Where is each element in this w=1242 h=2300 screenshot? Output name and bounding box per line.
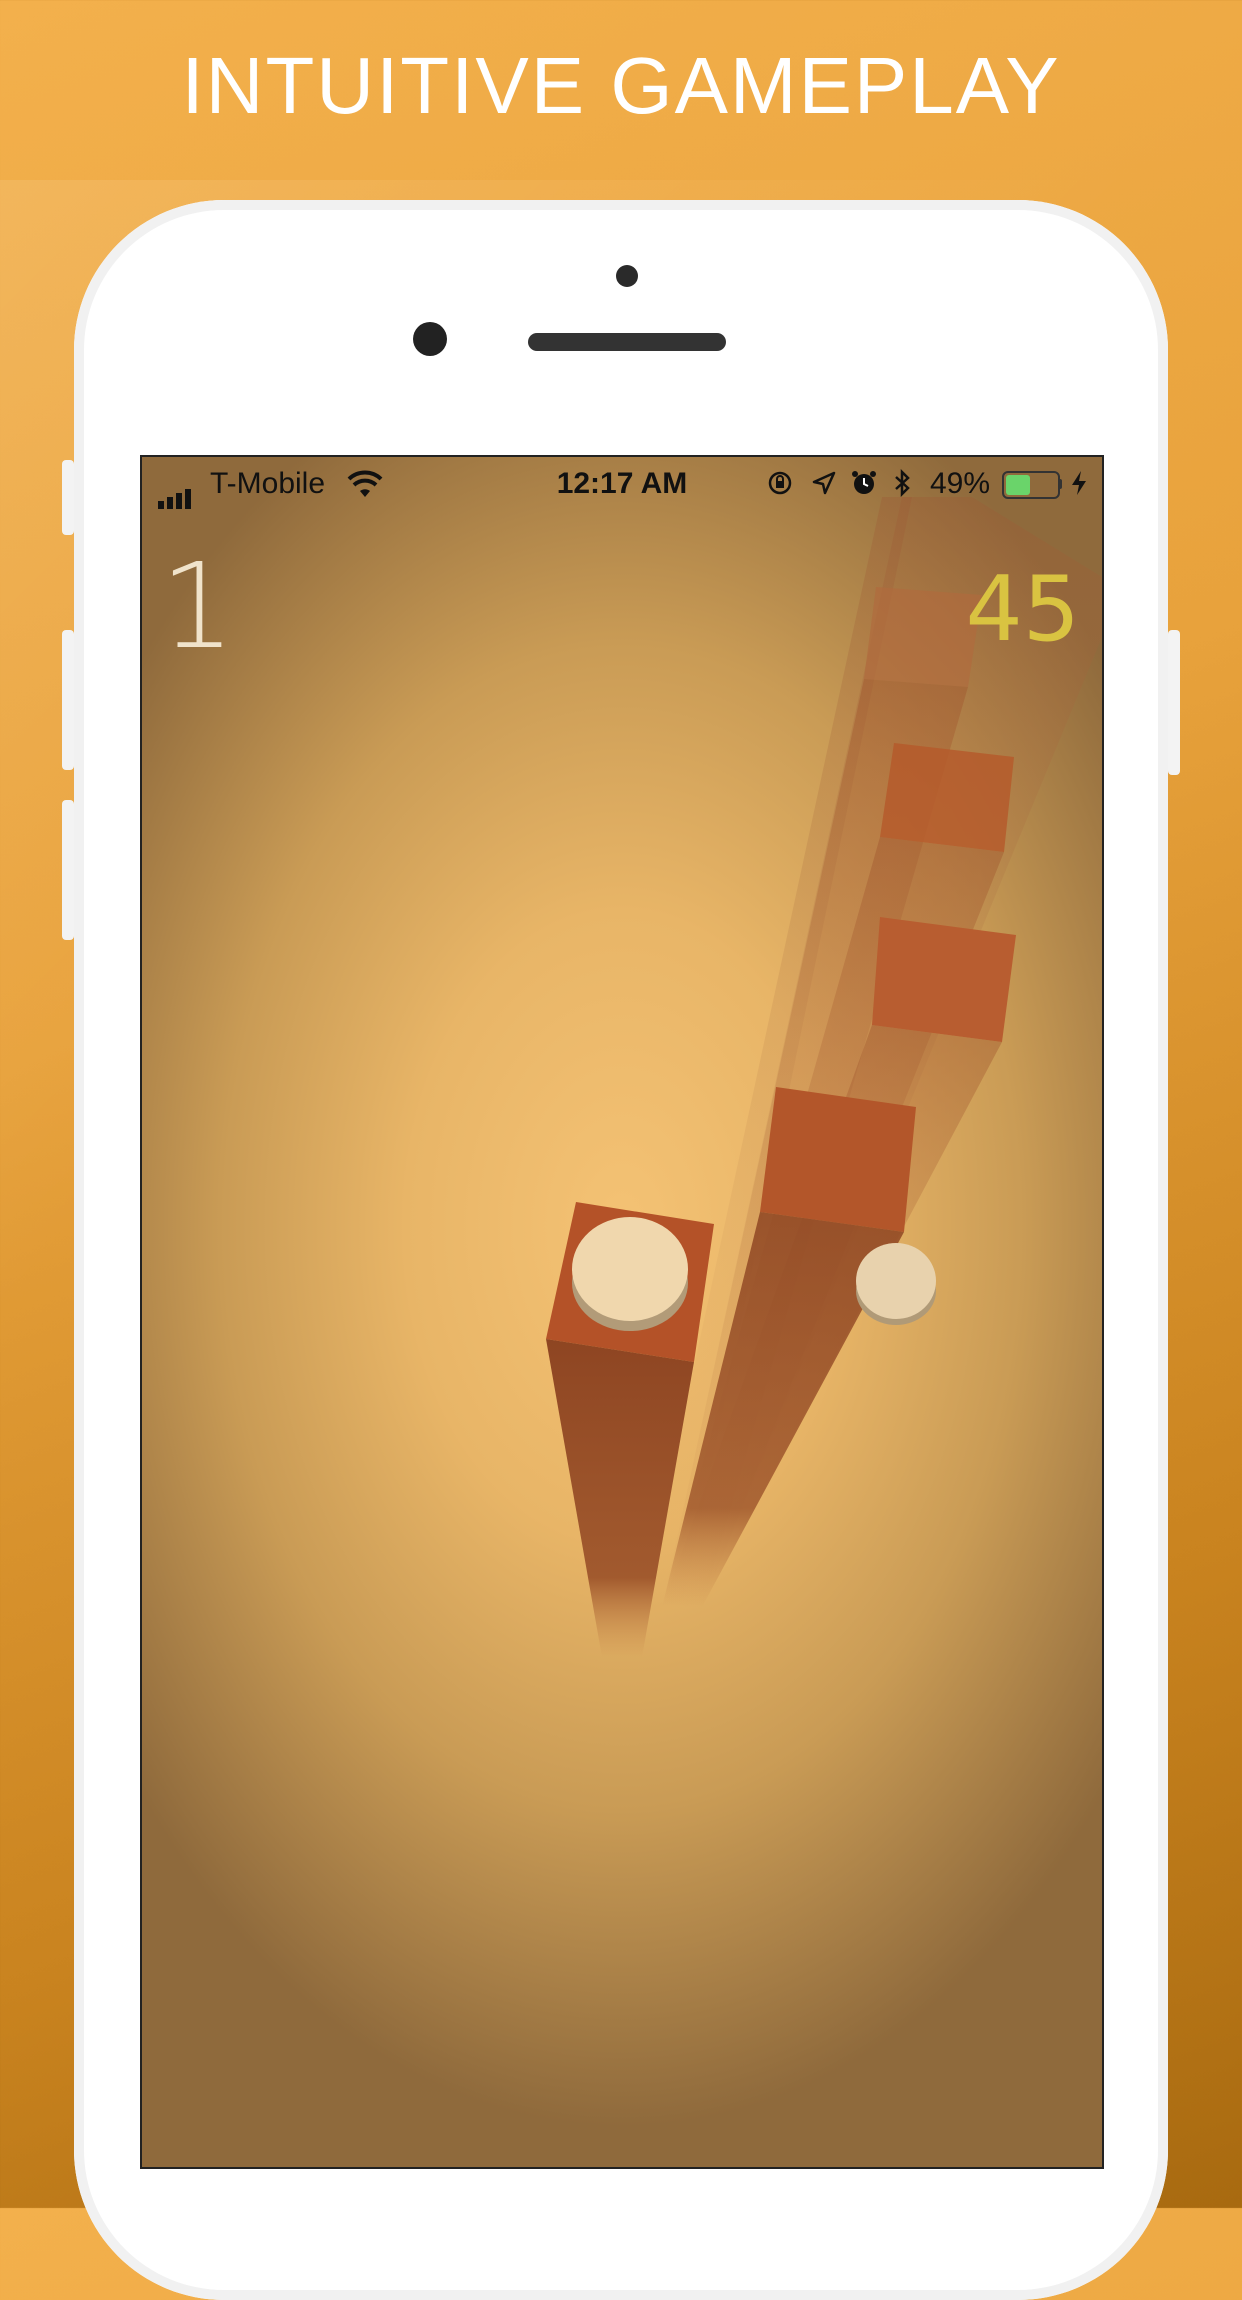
alarm-icon: [852, 471, 876, 494]
battery-icon: [1002, 471, 1060, 499]
mute-switch: [62, 460, 74, 535]
target-ball: [856, 1243, 936, 1325]
status-bar: T-Mobile 12:17 AM 49%: [142, 457, 1102, 509]
headline: INTUITIVE GAMEPLAY: [181, 41, 1061, 130]
bluetooth-icon: [895, 469, 910, 497]
player-ball: [572, 1217, 688, 1331]
front-camera: [413, 322, 447, 356]
orientation-lock-icon: [768, 471, 792, 495]
location-icon: [812, 471, 836, 495]
volume-up-button: [62, 630, 74, 770]
earpiece-speaker: [528, 333, 726, 351]
game-scene[interactable]: [142, 457, 1102, 2167]
level-counter: 1: [160, 537, 236, 675]
game-screen[interactable]: T-Mobile 12:17 AM 49% 1 45: [140, 455, 1104, 2169]
score-counter: 45: [965, 557, 1080, 662]
battery-tip: [1058, 479, 1062, 489]
volume-down-button: [62, 800, 74, 940]
charging-icon: [1072, 471, 1086, 495]
proximity-sensor: [616, 265, 638, 287]
battery-percent: 49%: [930, 467, 991, 500]
power-button: [1168, 630, 1180, 775]
